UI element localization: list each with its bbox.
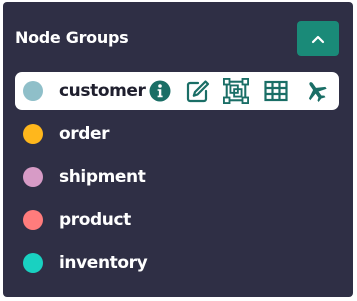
table-icon[interactable] xyxy=(263,78,289,104)
group-row-customer[interactable]: customer xyxy=(15,72,339,110)
airplane-icon[interactable] xyxy=(303,78,329,104)
group-row-order[interactable]: order xyxy=(15,115,339,153)
info-icon[interactable] xyxy=(147,78,173,104)
node-groups-panel: Node Groups customer order shipment prod… xyxy=(3,2,353,297)
color-swatch xyxy=(23,81,43,101)
group-label: order xyxy=(59,124,110,144)
color-swatch xyxy=(23,167,43,187)
group-row-shipment[interactable]: shipment xyxy=(15,158,339,196)
edit-icon[interactable] xyxy=(185,78,211,104)
group-label: customer xyxy=(59,81,146,101)
group-row-product[interactable]: product xyxy=(15,201,339,239)
group-row-inventory[interactable]: inventory xyxy=(15,244,339,282)
color-swatch xyxy=(23,253,43,273)
chevron-up-icon xyxy=(310,31,326,47)
row-actions xyxy=(147,72,329,110)
panel-title: Node Groups xyxy=(15,28,129,47)
collapse-button[interactable] xyxy=(297,21,339,56)
group-label: shipment xyxy=(59,167,146,187)
select-area-icon[interactable] xyxy=(223,78,249,104)
color-swatch xyxy=(23,124,43,144)
group-label: inventory xyxy=(59,253,148,273)
group-label: product xyxy=(59,210,131,230)
color-swatch xyxy=(23,210,43,230)
